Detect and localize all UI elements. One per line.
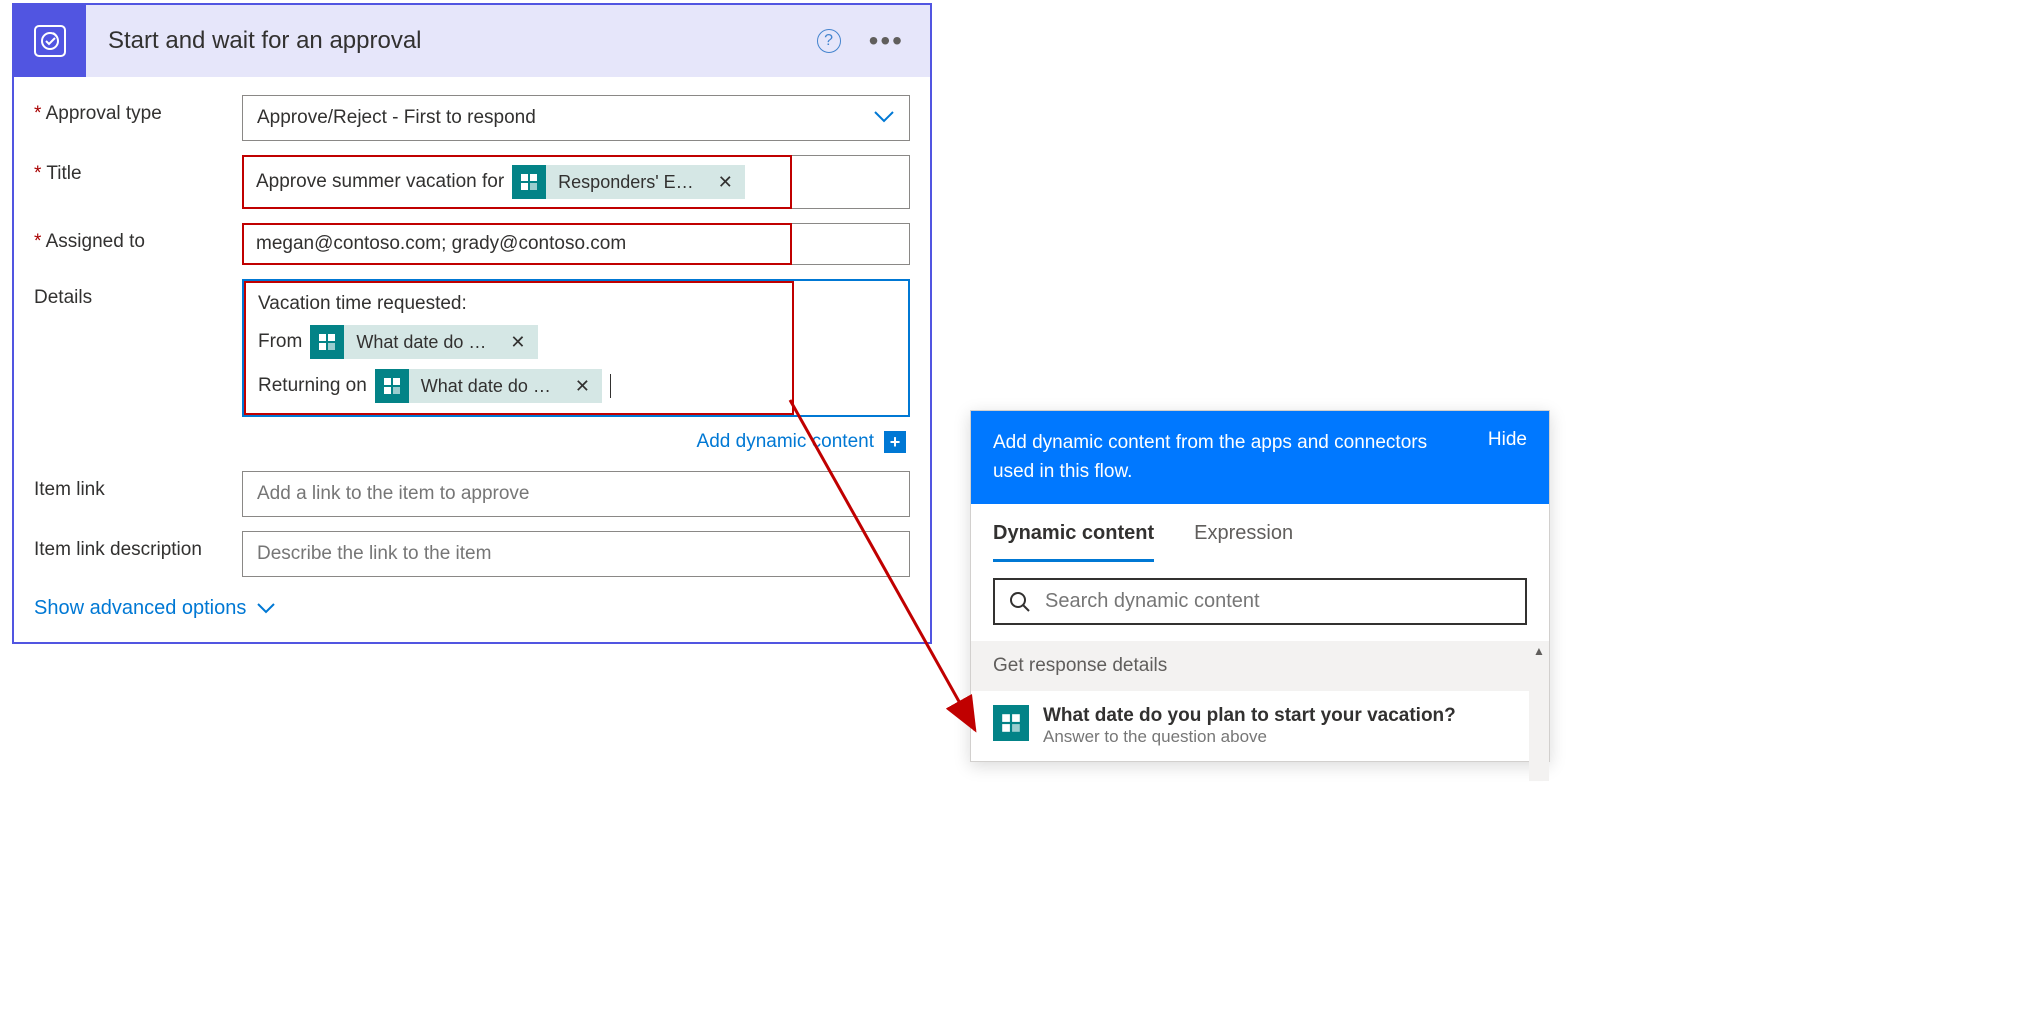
- chevron-down-icon: [873, 107, 895, 130]
- scroll-up-icon[interactable]: ▲: [1529, 641, 1549, 661]
- dynamic-content-panel: Add dynamic content from the apps and co…: [970, 410, 1550, 762]
- item-link-desc-placeholder: Describe the link to the item: [257, 543, 491, 565]
- label-approval-type: Approval type: [34, 95, 242, 125]
- dc-section-label: Get response details: [993, 655, 1167, 676]
- forms-icon: [310, 325, 344, 359]
- forms-icon: [512, 165, 546, 199]
- assigned-to-input[interactable]: megan@contoso.com; grady@contoso.com: [242, 223, 792, 265]
- row-details: Details Vacation time requested: From Wh…: [34, 279, 910, 417]
- token-label: What date do …: [356, 332, 498, 353]
- title-input[interactable]: Approve summer vacation for Responders' …: [242, 155, 792, 209]
- card-title[interactable]: Start and wait for an approval: [108, 27, 817, 55]
- more-menu-icon[interactable]: •••: [869, 36, 904, 46]
- tab-expression[interactable]: Expression: [1194, 522, 1293, 562]
- plus-icon[interactable]: +: [884, 431, 906, 453]
- token-start-date[interactable]: What date do … ✕: [310, 325, 537, 359]
- details-from-text: From: [258, 331, 302, 353]
- label-item-link-desc: Item link description: [34, 531, 242, 561]
- details-line3: Returning on What date do … ✕: [258, 369, 611, 403]
- label-details: Details: [34, 279, 242, 309]
- token-remove-icon[interactable]: ✕: [706, 172, 745, 193]
- help-icon[interactable]: ?: [817, 29, 841, 53]
- token-responders-email[interactable]: Responders' E… ✕: [512, 165, 745, 199]
- details-input[interactable]: Vacation time requested: From What date …: [244, 281, 794, 415]
- label-assigned-to: Assigned to: [34, 223, 242, 253]
- assigned-to-extra[interactable]: [792, 223, 910, 265]
- assigned-to-value: megan@contoso.com; grady@contoso.com: [256, 233, 626, 255]
- approval-type-select[interactable]: Approve/Reject - First to respond: [242, 95, 910, 141]
- dc-tabs: Dynamic content Expression: [971, 504, 1549, 562]
- row-approval-type: Approval type Approve/Reject - First to …: [34, 95, 910, 141]
- scrollbar[interactable]: ▲: [1529, 641, 1549, 781]
- row-assigned-to: Assigned to megan@contoso.com; grady@con…: [34, 223, 910, 265]
- add-dynamic-content-link[interactable]: Add dynamic content: [697, 431, 874, 453]
- title-input-extra[interactable]: [792, 155, 910, 209]
- card-header: Start and wait for an approval ? •••: [14, 5, 930, 77]
- item-link-input[interactable]: Add a link to the item to approve: [242, 471, 910, 517]
- details-input-wrap: Vacation time requested: From What date …: [242, 279, 910, 417]
- card-body: Approval type Approve/Reject - First to …: [14, 77, 930, 642]
- details-line1: Vacation time requested:: [258, 293, 467, 315]
- dc-item-title: What date do you plan to start your vaca…: [1043, 705, 1456, 727]
- text-cursor: [610, 374, 611, 398]
- dc-item-start-date[interactable]: What date do you plan to start your vaca…: [971, 691, 1549, 761]
- row-item-link: Item link Add a link to the item to appr…: [34, 471, 910, 517]
- dc-item-subtitle: Answer to the question above: [1043, 727, 1456, 747]
- dc-header-text: Add dynamic content from the apps and co…: [993, 429, 1433, 486]
- forms-icon: [993, 705, 1029, 741]
- approval-action-card: Start and wait for an approval ? ••• App…: [12, 3, 932, 644]
- dc-search-placeholder: Search dynamic content: [1045, 590, 1260, 613]
- advanced-options-text: Show advanced options: [34, 597, 246, 620]
- add-dynamic-content-row: Add dynamic content +: [34, 431, 910, 453]
- row-title: Title Approve summer vacation for Respon…: [34, 155, 910, 209]
- details-line2: From What date do … ✕: [258, 325, 538, 359]
- details-returning-text: Returning on: [258, 375, 367, 397]
- label-title: Title: [34, 155, 242, 185]
- details-extra[interactable]: [794, 281, 908, 415]
- title-prefix-text: Approve summer vacation for: [256, 171, 504, 193]
- token-remove-icon[interactable]: ✕: [563, 376, 602, 397]
- label-item-link: Item link: [34, 471, 242, 501]
- token-label: Responders' E…: [558, 172, 706, 193]
- approval-type-value: Approve/Reject - First to respond: [257, 107, 536, 129]
- item-link-desc-input[interactable]: Describe the link to the item: [242, 531, 910, 577]
- dc-panel-header: Add dynamic content from the apps and co…: [971, 411, 1549, 504]
- dc-section-header: Get response details ▲: [971, 641, 1549, 691]
- approval-icon: [14, 5, 86, 77]
- tab-dynamic-content[interactable]: Dynamic content: [993, 522, 1154, 562]
- token-label: What date do …: [421, 376, 563, 397]
- chevron-down-icon: [256, 602, 276, 615]
- dc-search-wrap: Search dynamic content: [971, 562, 1549, 641]
- token-return-date[interactable]: What date do … ✕: [375, 369, 602, 403]
- forms-icon: [375, 369, 409, 403]
- item-link-placeholder: Add a link to the item to approve: [257, 483, 530, 505]
- header-actions: ? •••: [817, 29, 904, 53]
- search-icon: [1009, 591, 1031, 613]
- hide-panel-link[interactable]: Hide: [1488, 429, 1527, 486]
- row-item-link-desc: Item link description Describe the link …: [34, 531, 910, 577]
- dc-search-input[interactable]: Search dynamic content: [993, 578, 1527, 625]
- show-advanced-options-link[interactable]: Show advanced options: [34, 597, 910, 620]
- token-remove-icon[interactable]: ✕: [498, 332, 537, 353]
